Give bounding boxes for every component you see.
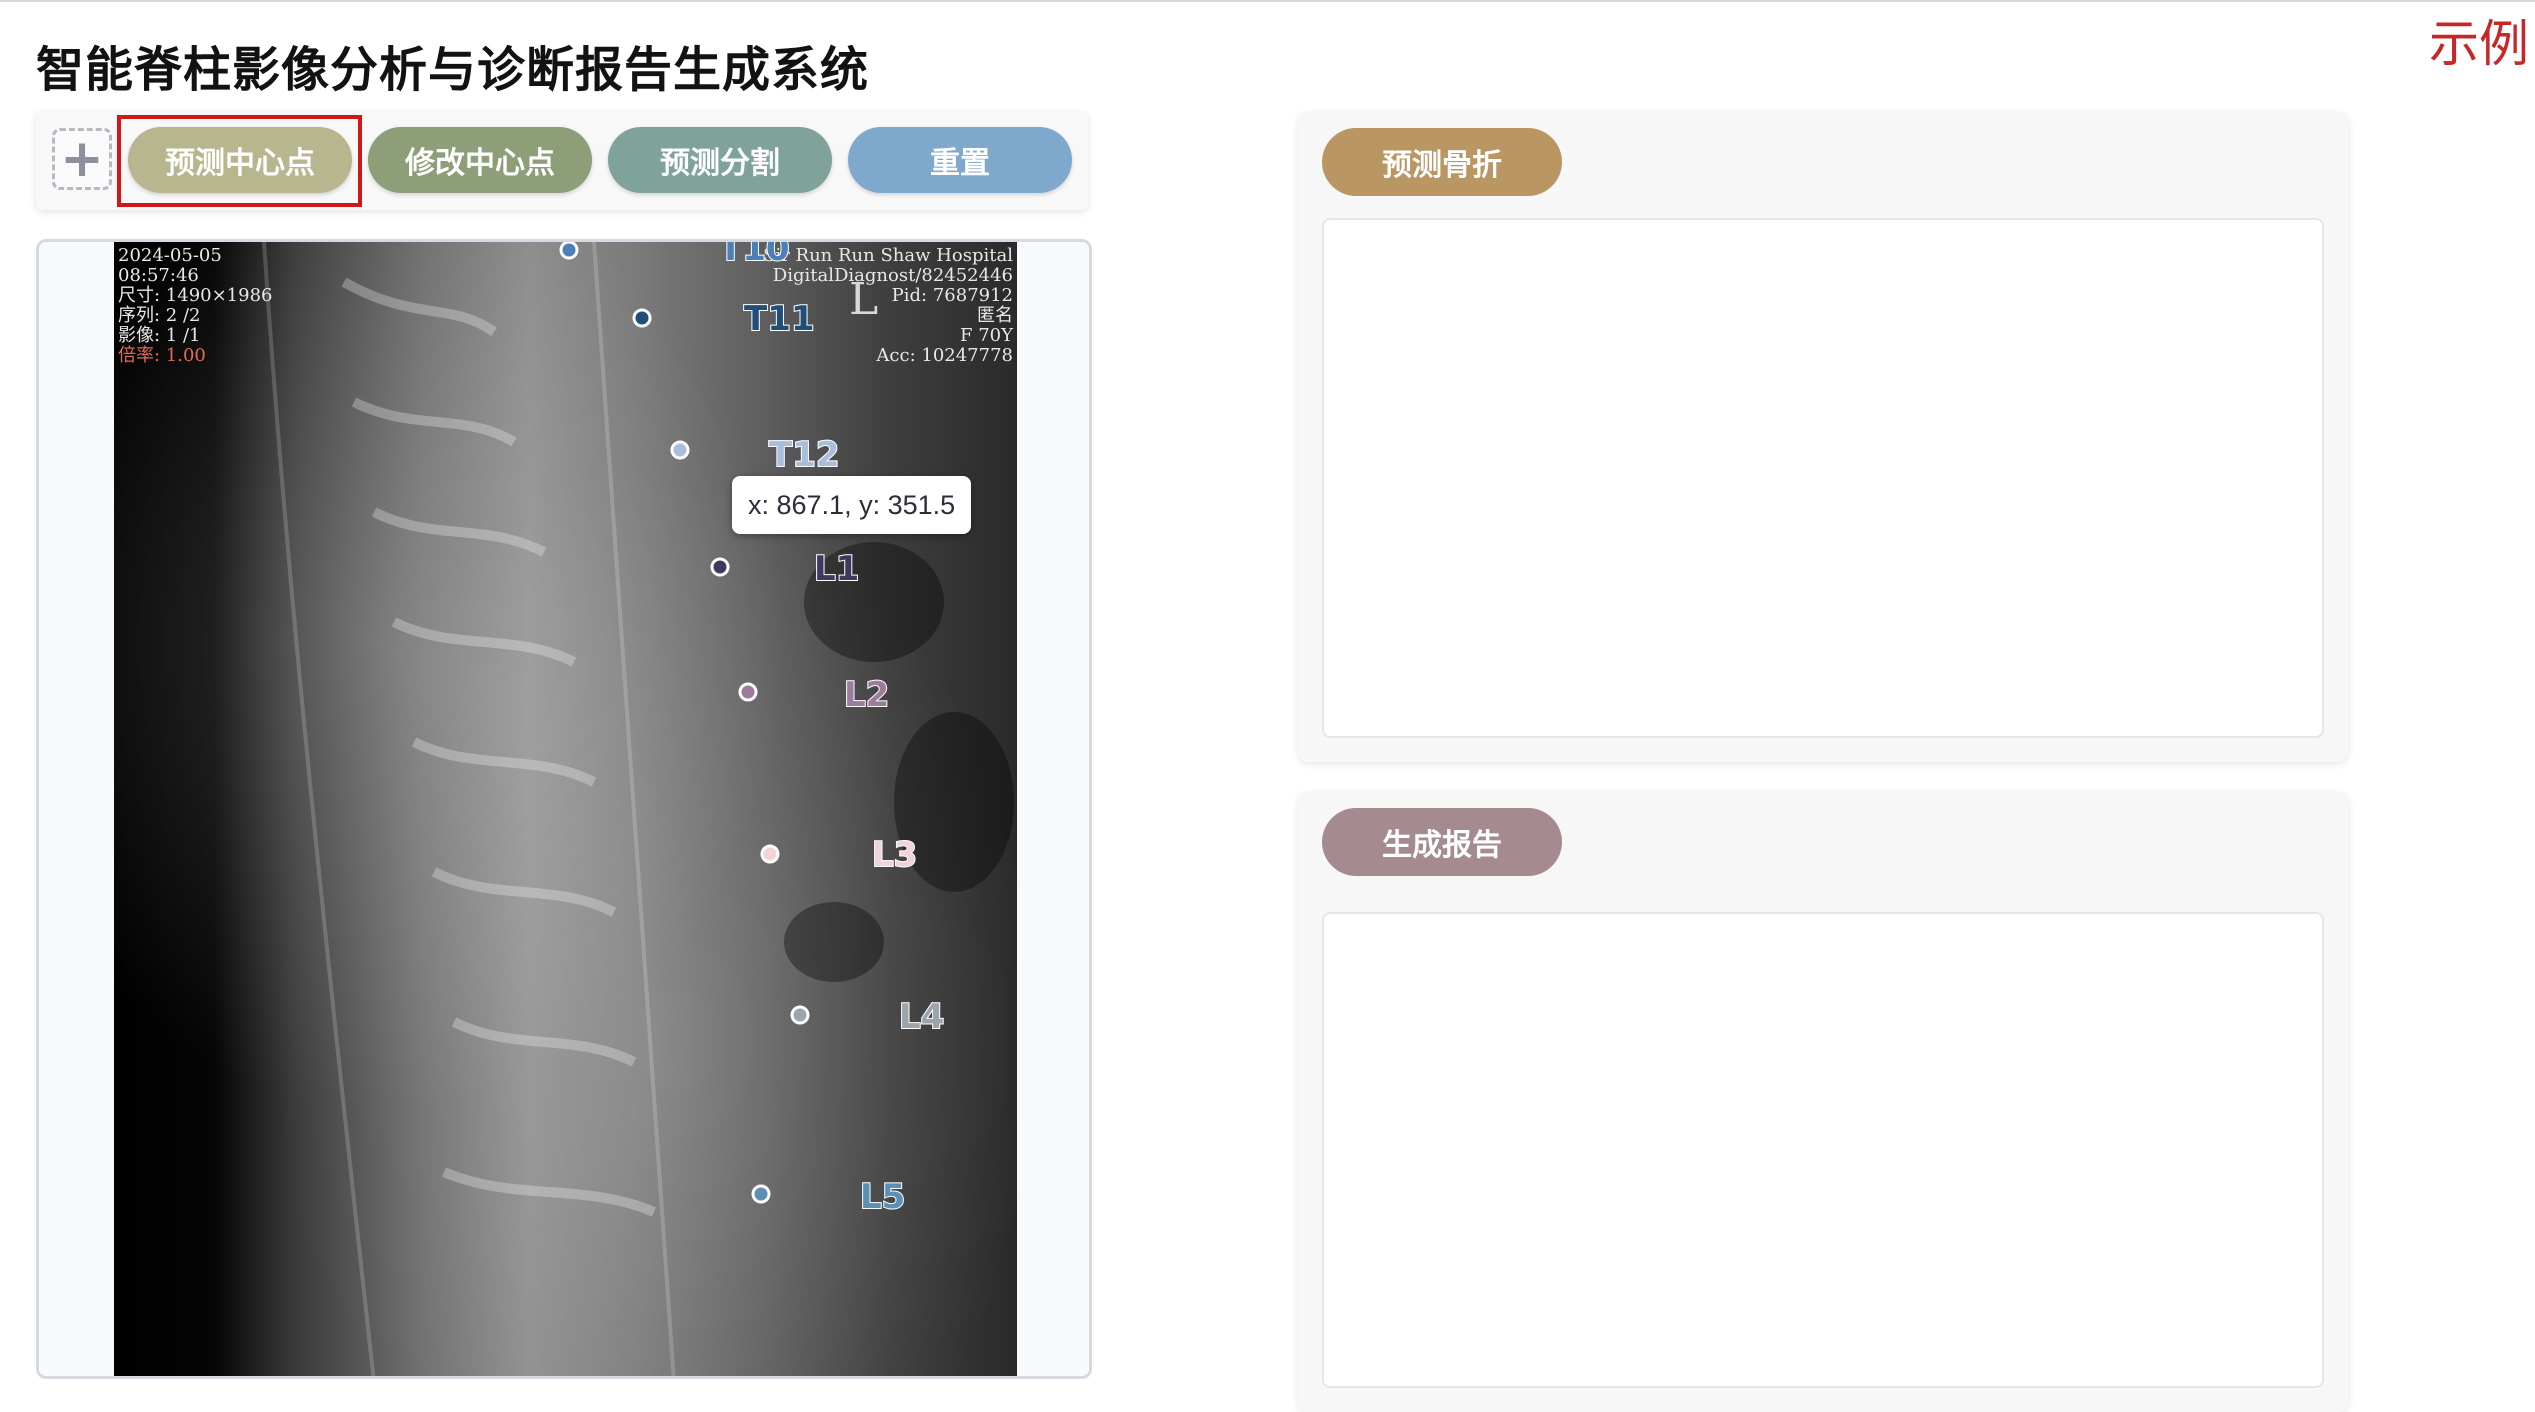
edit-center-button[interactable]: 修改中心点 [368, 127, 592, 193]
reset-button[interactable]: 重置 [848, 127, 1072, 193]
toolbar: + 预测中心点 修改中心点 预测分割 重置 [36, 112, 1088, 210]
report-panel: 生成报告 [1298, 792, 2348, 1412]
vertebra-point-l5[interactable] [751, 1184, 771, 1204]
vertebra-label-t11: T11 [744, 299, 815, 339]
vertebra-label-l2: L2 [844, 675, 889, 715]
top-divider [0, 0, 2535, 2]
coordinate-tooltip: x: 867.1, y: 351.5 [732, 476, 972, 534]
vertebra-label-l1: L1 [814, 549, 859, 589]
vertebra-point-t11[interactable] [632, 308, 652, 328]
example-label: 示例 [2429, 15, 2529, 73]
spine-xray-image[interactable]: 2024-05-05 08:57:46 尺寸: 1490×1986 序列: 2 … [114, 242, 1017, 1376]
fracture-panel: 预测骨折 [1298, 112, 2348, 762]
vertebra-point-t10[interactable] [559, 242, 579, 260]
report-result-area [1322, 912, 2324, 1388]
page-title: 智能脊柱影像分析与诊断报告生成系统 [36, 42, 870, 98]
vertebra-markers: T10 T11 T12 L1 L2 L3 L4 L5 [559, 242, 945, 1218]
vertebra-point-l4[interactable] [790, 1005, 810, 1025]
fracture-result-area [1322, 218, 2324, 738]
predict-fracture-button[interactable]: 预测骨折 [1322, 128, 1562, 196]
vertebra-label-t10: T10 [719, 242, 790, 269]
vertebra-label-l3: L3 [872, 835, 917, 875]
predict-center-button[interactable]: 预测中心点 [128, 127, 352, 193]
predict-segmentation-button[interactable]: 预测分割 [608, 127, 832, 193]
add-image-button[interactable]: + [52, 128, 112, 190]
generate-report-button[interactable]: 生成报告 [1322, 808, 1562, 876]
vertebra-label-l4: L4 [899, 997, 944, 1037]
vertebra-point-l2[interactable] [738, 682, 758, 702]
vertebra-point-l1[interactable] [710, 557, 730, 577]
vertebra-point-l3[interactable] [760, 844, 780, 864]
vertebra-point-t12[interactable] [670, 440, 690, 460]
plus-icon: + [60, 129, 104, 189]
vertebra-label-t12: T12 [769, 435, 840, 475]
vertebra-label-l5: L5 [860, 1177, 905, 1217]
image-viewer[interactable]: 2024-05-05 08:57:46 尺寸: 1490×1986 序列: 2 … [36, 239, 1092, 1379]
